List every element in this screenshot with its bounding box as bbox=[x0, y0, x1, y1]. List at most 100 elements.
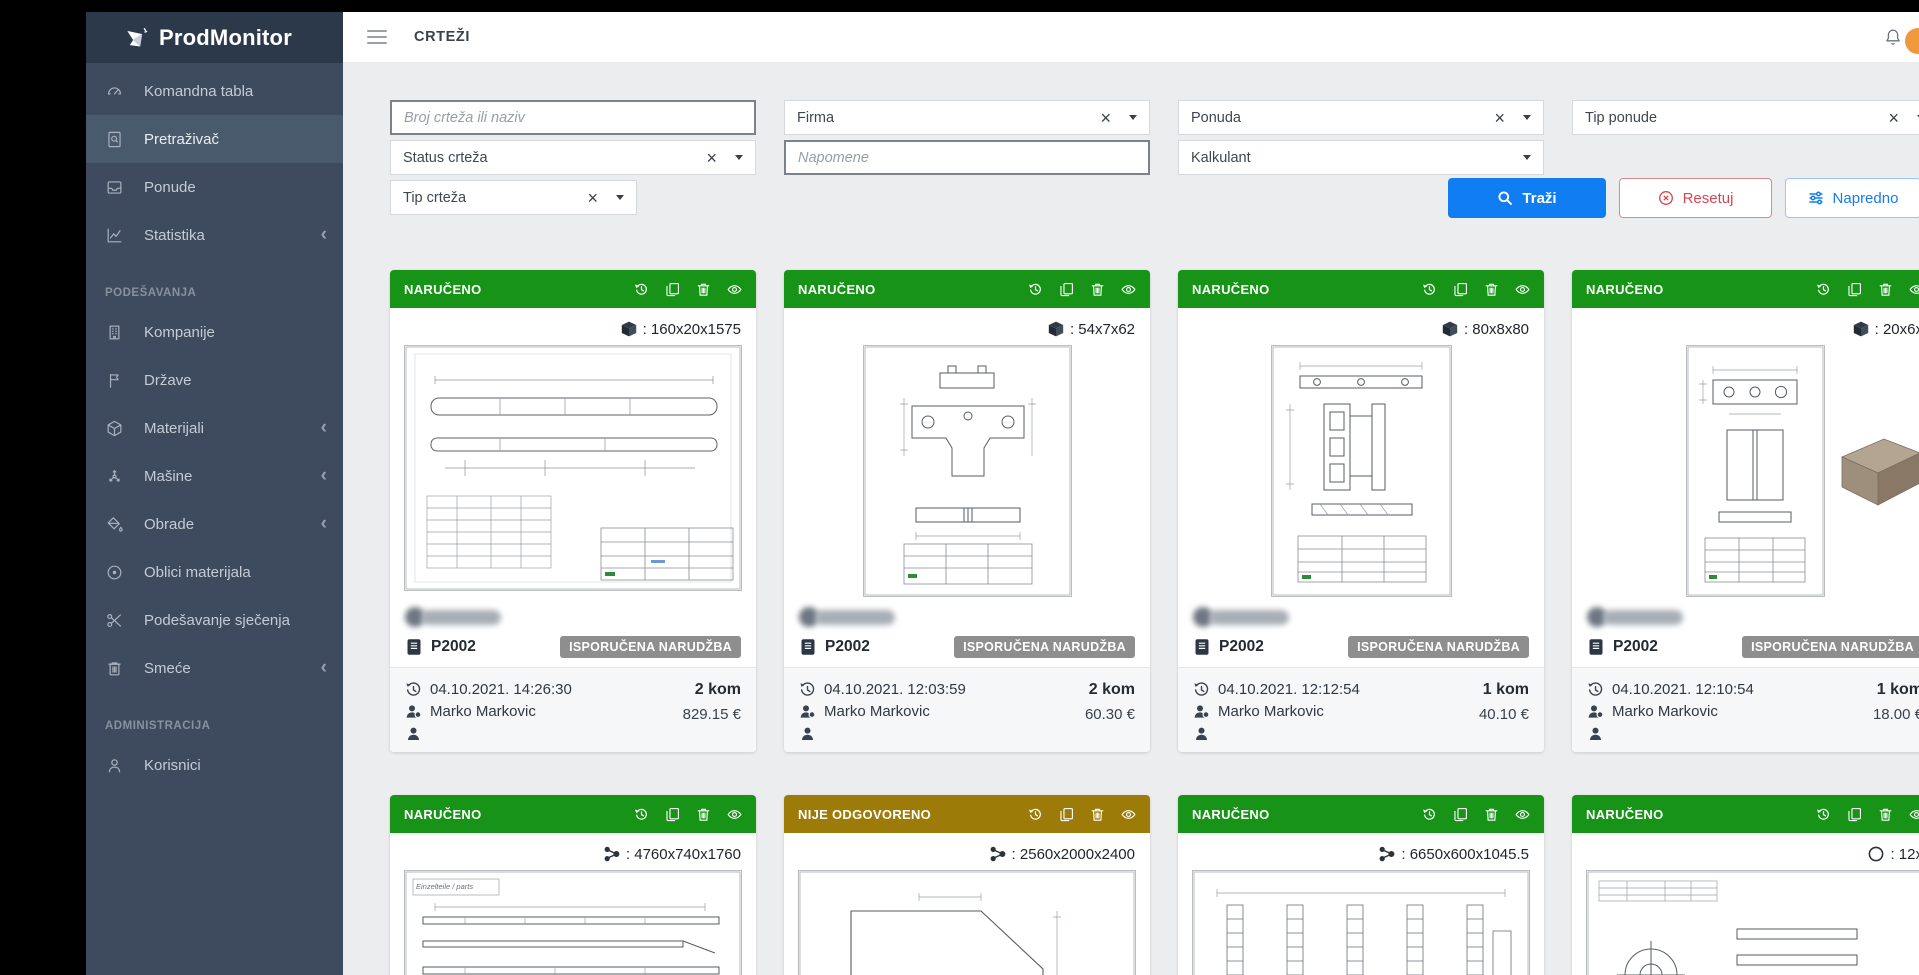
created-datetime: 04.10.2021. 12:10:54 bbox=[1612, 681, 1754, 698]
clear-icon[interactable]: × bbox=[585, 189, 600, 207]
sidebar-item-pretrazivac[interactable]: Pretraživač bbox=[86, 115, 343, 163]
sidebar-item-komandna-tabla[interactable]: Komandna tabla bbox=[86, 67, 343, 115]
copy-icon[interactable] bbox=[665, 807, 680, 822]
history-icon[interactable] bbox=[634, 282, 649, 297]
drawing-preview[interactable] bbox=[1572, 345, 1919, 597]
preview-eye-icon[interactable] bbox=[1121, 807, 1136, 822]
chevron-left-icon[interactable]: ‹ bbox=[321, 466, 327, 485]
tip-ponude-select[interactable]: Tip ponude × bbox=[1572, 100, 1919, 135]
sidebar-item-drzave[interactable]: Države bbox=[86, 356, 343, 404]
copy-icon[interactable] bbox=[1453, 807, 1468, 822]
chevron-down-icon[interactable] bbox=[616, 195, 624, 200]
chevron-down-icon[interactable] bbox=[1523, 115, 1531, 120]
sidebar-item-kompanije[interactable]: Kompanije bbox=[86, 308, 343, 356]
clear-icon[interactable]: × bbox=[704, 149, 719, 167]
sidebar-section-podesavanja: PODEŠAVANJA bbox=[86, 259, 343, 308]
created-row: 04.10.2021. 12:10:54 bbox=[1587, 678, 1754, 700]
sidebar-item-korisnici[interactable]: Korisnici bbox=[86, 741, 343, 789]
copy-icon[interactable] bbox=[1847, 807, 1862, 822]
clear-icon[interactable]: × bbox=[1098, 109, 1113, 127]
chevron-down-icon[interactable] bbox=[735, 155, 743, 160]
preview-eye-icon[interactable] bbox=[1515, 807, 1530, 822]
sidebar-item-label: Mašine bbox=[144, 468, 192, 485]
drawing-preview[interactable] bbox=[1572, 870, 1919, 975]
history-icon[interactable] bbox=[1028, 282, 1043, 297]
copy-icon[interactable] bbox=[665, 282, 680, 297]
avatar[interactable] bbox=[1905, 28, 1919, 54]
sidebar-item-masine[interactable]: Mašine ‹ bbox=[86, 452, 343, 500]
clear-icon[interactable]: × bbox=[1492, 109, 1507, 127]
copy-icon[interactable] bbox=[1059, 282, 1074, 297]
card-actions bbox=[1816, 807, 1919, 822]
delete-icon[interactable] bbox=[1878, 282, 1893, 297]
preview-eye-icon[interactable] bbox=[1909, 282, 1919, 297]
delete-icon[interactable] bbox=[1484, 282, 1499, 297]
sidebar-item-oblici-materijala[interactable]: Oblici materijala bbox=[86, 548, 343, 596]
sidebar-item-materijali[interactable]: Materijali ‹ bbox=[86, 404, 343, 452]
chevron-down-icon[interactable] bbox=[1129, 115, 1137, 120]
chevron-down-icon[interactable] bbox=[1523, 155, 1531, 160]
sidebar-item-smece[interactable]: Smeće ‹ bbox=[86, 644, 343, 692]
advanced-button[interactable]: Napredno bbox=[1785, 178, 1919, 218]
history-icon[interactable] bbox=[1816, 282, 1831, 297]
copy-icon[interactable] bbox=[1847, 282, 1862, 297]
building-icon bbox=[105, 323, 124, 342]
redacted-text bbox=[1603, 610, 1683, 625]
drawing-preview[interactable] bbox=[1178, 345, 1544, 597]
search-button[interactable]: Traži bbox=[1448, 178, 1606, 218]
menu-toggle-icon[interactable] bbox=[367, 30, 387, 44]
chevron-left-icon[interactable]: ‹ bbox=[321, 418, 327, 437]
napomene-input[interactable] bbox=[796, 149, 1138, 167]
drawing-preview[interactable] bbox=[1178, 870, 1544, 975]
copy-icon[interactable] bbox=[1453, 282, 1468, 297]
delete-icon[interactable] bbox=[1090, 807, 1105, 822]
status-crteza-select[interactable]: Status crteža × bbox=[390, 140, 756, 175]
chevron-left-icon[interactable]: ‹ bbox=[321, 514, 327, 533]
copy-icon[interactable] bbox=[1059, 807, 1074, 822]
sidebar-item-podesavanje-sjecenja[interactable]: Podešavanje sječenja bbox=[86, 596, 343, 644]
card-status-header: NARUČENO bbox=[1178, 270, 1544, 308]
history-icon[interactable] bbox=[1816, 807, 1831, 822]
drawing-number-input[interactable] bbox=[402, 109, 744, 127]
preview-eye-icon[interactable] bbox=[1909, 807, 1919, 822]
chevron-left-icon[interactable]: ‹ bbox=[321, 658, 327, 677]
preview-eye-icon[interactable] bbox=[727, 807, 742, 822]
user-name: Marko Markovic bbox=[1612, 703, 1718, 720]
notifications-bell-icon[interactable] bbox=[1883, 27, 1903, 47]
history-icon[interactable] bbox=[1028, 807, 1043, 822]
preview-eye-icon[interactable] bbox=[1515, 282, 1530, 297]
sidebar-item-obrade[interactable]: Obrade ‹ bbox=[86, 500, 343, 548]
preview-eye-icon[interactable] bbox=[1121, 282, 1136, 297]
delete-icon[interactable] bbox=[1090, 282, 1105, 297]
drawing-preview[interactable] bbox=[784, 870, 1150, 975]
quantity: 2 kom bbox=[1085, 681, 1135, 699]
dimensions-value: : 54x7x62 bbox=[1070, 321, 1135, 338]
clear-icon[interactable]: × bbox=[1886, 109, 1901, 127]
sidebar: ProdMonitor Komandna tabla Pretraživač P… bbox=[86, 12, 343, 975]
sidebar-item-statistika[interactable]: Statistika ‹ bbox=[86, 211, 343, 259]
clock-history-icon bbox=[1587, 681, 1604, 698]
firma-select[interactable]: Firma × bbox=[784, 100, 1150, 135]
sidebar-item-ponude[interactable]: Ponude bbox=[86, 163, 343, 211]
chevron-left-icon[interactable]: ‹ bbox=[321, 225, 327, 244]
redacted-text bbox=[421, 610, 501, 625]
delete-icon[interactable] bbox=[696, 807, 711, 822]
delete-icon[interactable] bbox=[696, 282, 711, 297]
history-icon[interactable] bbox=[634, 807, 649, 822]
delete-icon[interactable] bbox=[1878, 807, 1893, 822]
delete-icon[interactable] bbox=[1484, 807, 1499, 822]
history-icon[interactable] bbox=[1422, 282, 1437, 297]
inbox-icon bbox=[105, 178, 124, 197]
preview-eye-icon[interactable] bbox=[727, 282, 742, 297]
reset-button[interactable]: Resetuj bbox=[1619, 178, 1772, 218]
drawing-preview[interactable]: Einzelteile / parts bbox=[390, 870, 756, 975]
ponuda-select[interactable]: Ponuda × bbox=[1178, 100, 1544, 135]
card-status-label: NARUČENO bbox=[1586, 282, 1664, 297]
drawing-preview[interactable] bbox=[784, 345, 1150, 597]
sidebar-section-administracija: ADMINISTRACIJA bbox=[86, 692, 343, 741]
tip-crteza-select[interactable]: Tip crteža × bbox=[390, 180, 637, 215]
history-icon[interactable] bbox=[1422, 807, 1437, 822]
secondary-user-row bbox=[405, 722, 572, 744]
drawing-preview[interactable] bbox=[390, 345, 756, 597]
kalkulant-select[interactable]: Kalkulant bbox=[1178, 140, 1544, 175]
